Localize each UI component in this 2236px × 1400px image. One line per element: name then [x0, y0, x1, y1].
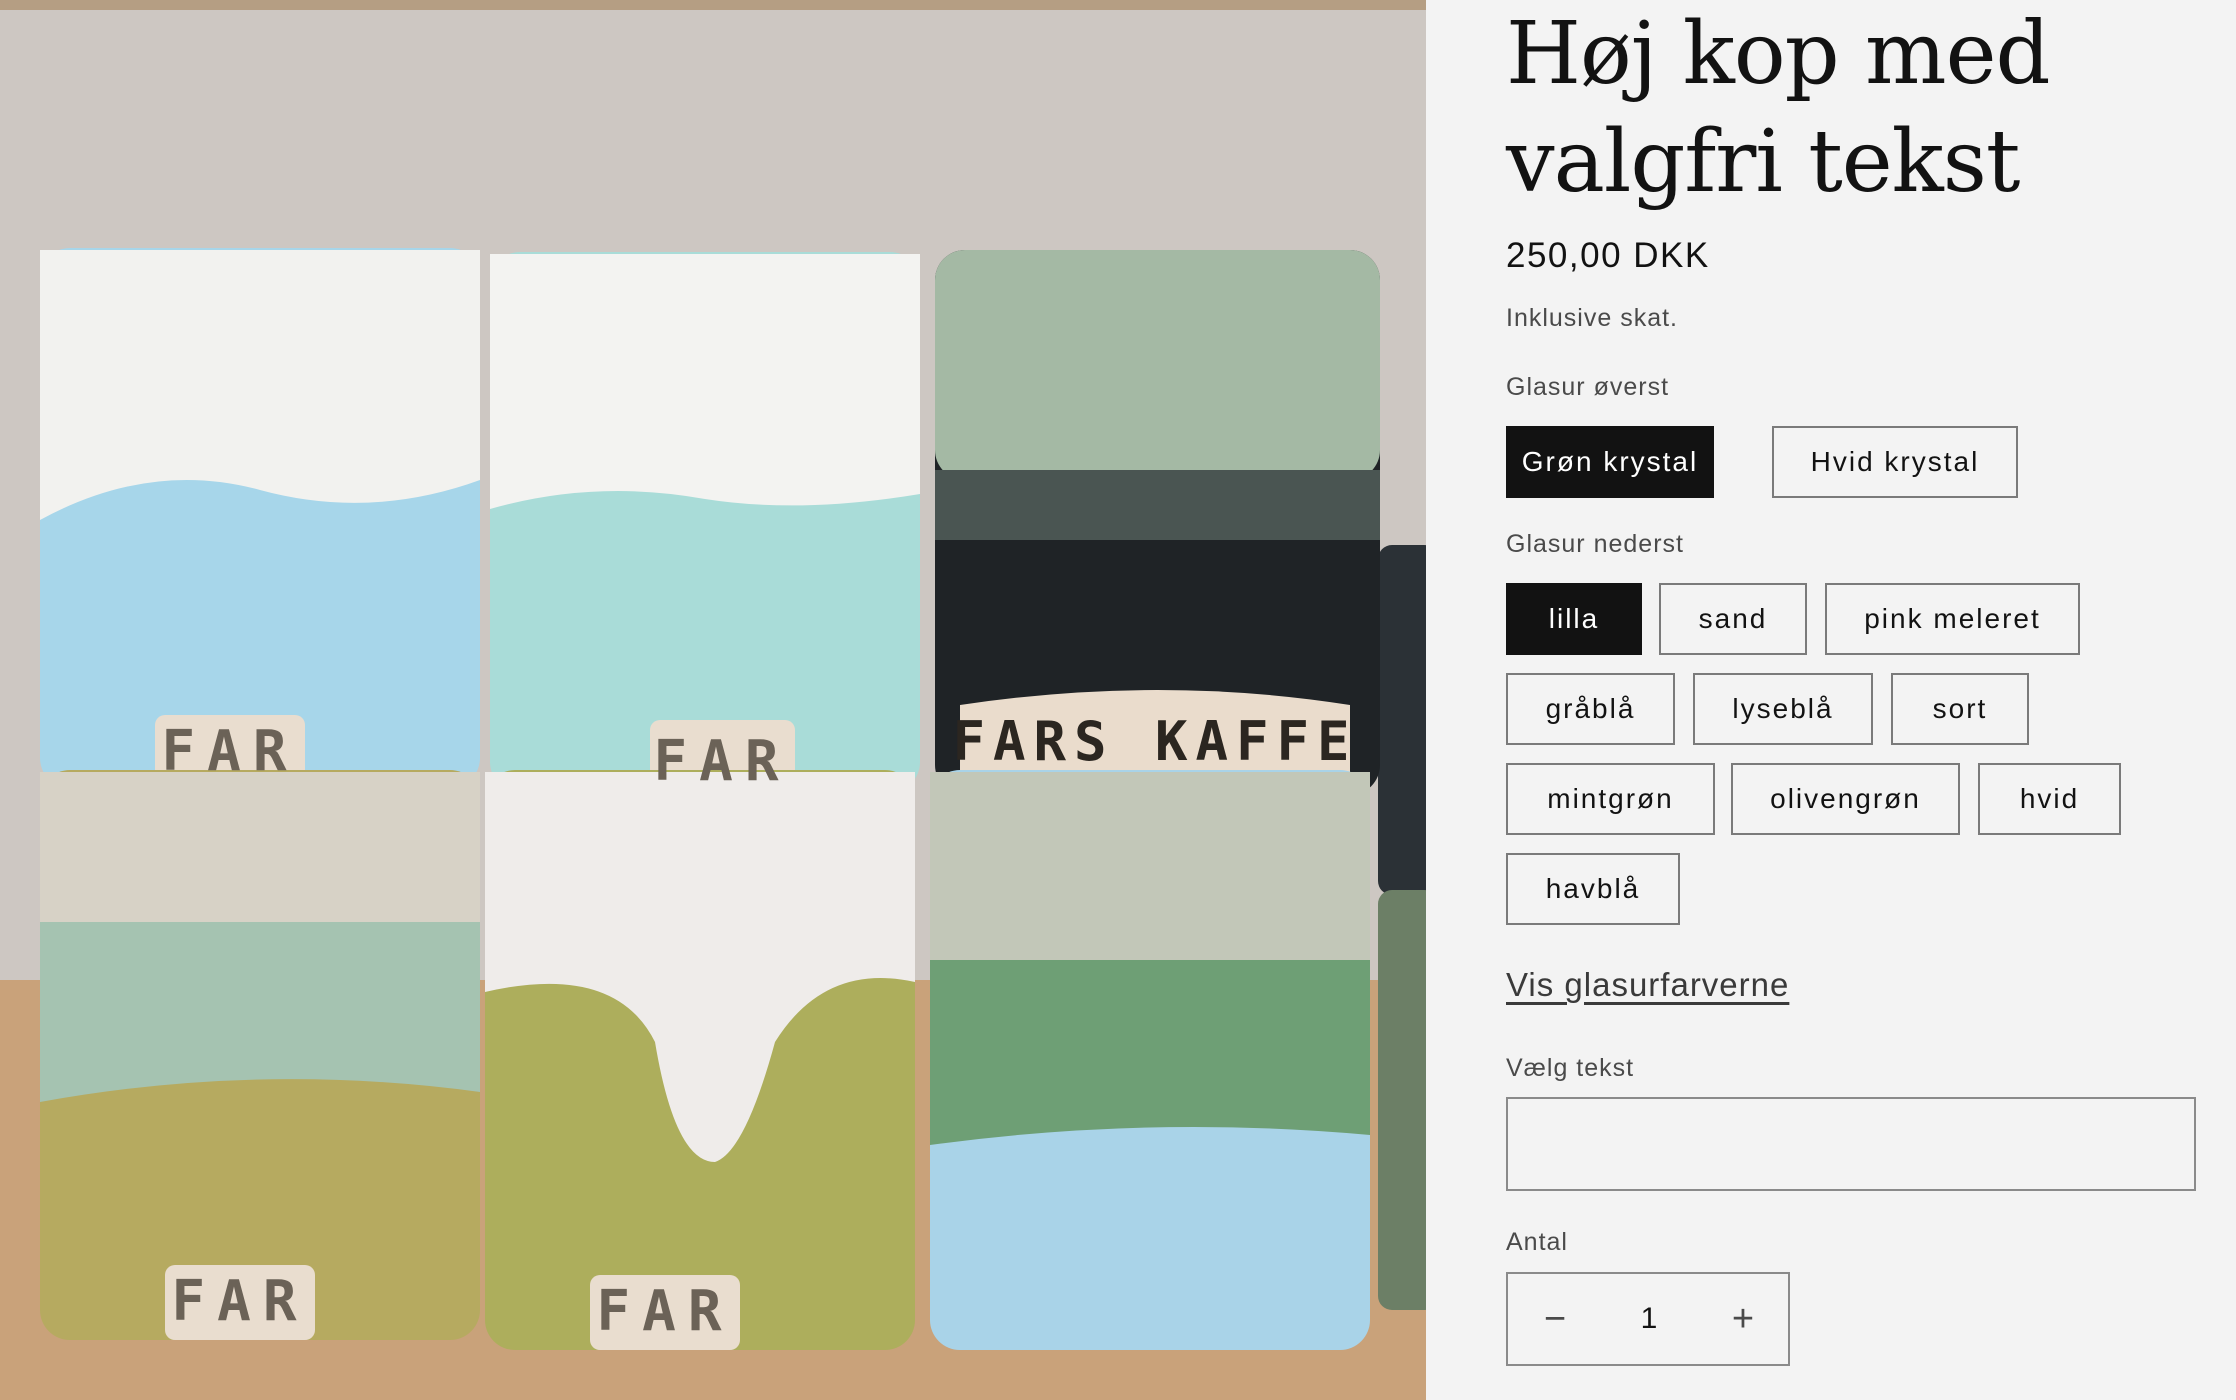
glaze-bottom-option-mintgroen[interactable]: mintgrøn [1506, 763, 1715, 835]
glaze-bottom-option-havblaa[interactable]: havblå [1506, 853, 1680, 925]
glaze-bottom-option-sand[interactable]: sand [1659, 583, 1807, 655]
stamp-text-3: FARS KAFFE [952, 710, 1357, 773]
view-glaze-colors-link[interactable]: Vis glasurfarverne [1506, 966, 1789, 1004]
product-price: 250,00 DKK [1506, 236, 1710, 275]
glaze-bottom-label: Glasur nederst [1506, 530, 1684, 558]
custom-text-label: Vælg tekst [1506, 1054, 1635, 1082]
quantity-label: Antal [1506, 1228, 1568, 1256]
stamp-text-5: FAR [596, 1279, 733, 1344]
mug-1 [40, 248, 480, 788]
quantity-decrease-button[interactable]: − [1508, 1274, 1602, 1364]
quantity-value[interactable]: 1 [1602, 1274, 1696, 1364]
quantity-stepper: − 1 + [1506, 1272, 1790, 1366]
mug-5 [485, 770, 915, 1350]
glaze-bottom-option-grablaa[interactable]: gråblå [1506, 673, 1675, 745]
glaze-bottom-option-lyseblaa[interactable]: lyseblå [1693, 673, 1873, 745]
product-info: Høj kop med valgfri tekst 250,00 DKK Ink… [1506, 0, 2206, 1400]
quantity-increase-button[interactable]: + [1696, 1274, 1790, 1364]
stamp-text-2: FAR [653, 729, 790, 794]
tax-note: Inklusive skat. [1506, 304, 1679, 332]
glaze-top-option-green-crystal[interactable]: Grøn krystal [1506, 426, 1714, 498]
glaze-bottom-option-lilla[interactable]: lilla [1506, 583, 1642, 655]
product-image[interactable]: FAR FAR FARS KAFFE FAR FAR [0, 0, 1426, 1400]
glaze-top-label: Glasur øverst [1506, 373, 1670, 401]
product-title: Høj kop med valgfri tekst [1506, 0, 2206, 216]
mug-2 [490, 252, 920, 795]
stamp-text-4: FAR [171, 1269, 308, 1334]
mug-4 [40, 770, 480, 1340]
glaze-bottom-option-pink-meleret[interactable]: pink meleret [1825, 583, 2080, 655]
glaze-top-option-white-crystal[interactable]: Hvid krystal [1772, 426, 2018, 498]
stamp-text-1: FAR [161, 719, 298, 784]
custom-text-input[interactable] [1506, 1097, 2196, 1191]
glaze-bottom-option-sort[interactable]: sort [1891, 673, 2029, 745]
glaze-bottom-option-olivengroen[interactable]: olivengrøn [1731, 763, 1960, 835]
title-line-2: valgfri tekst [1506, 112, 2020, 212]
glaze-bottom-option-hvid[interactable]: hvid [1978, 763, 2121, 835]
mug-6 [930, 770, 1370, 1350]
title-line-1: Høj kop med [1506, 4, 2051, 104]
mugs-photo: FAR FAR FARS KAFFE FAR FAR [0, 0, 1426, 1400]
